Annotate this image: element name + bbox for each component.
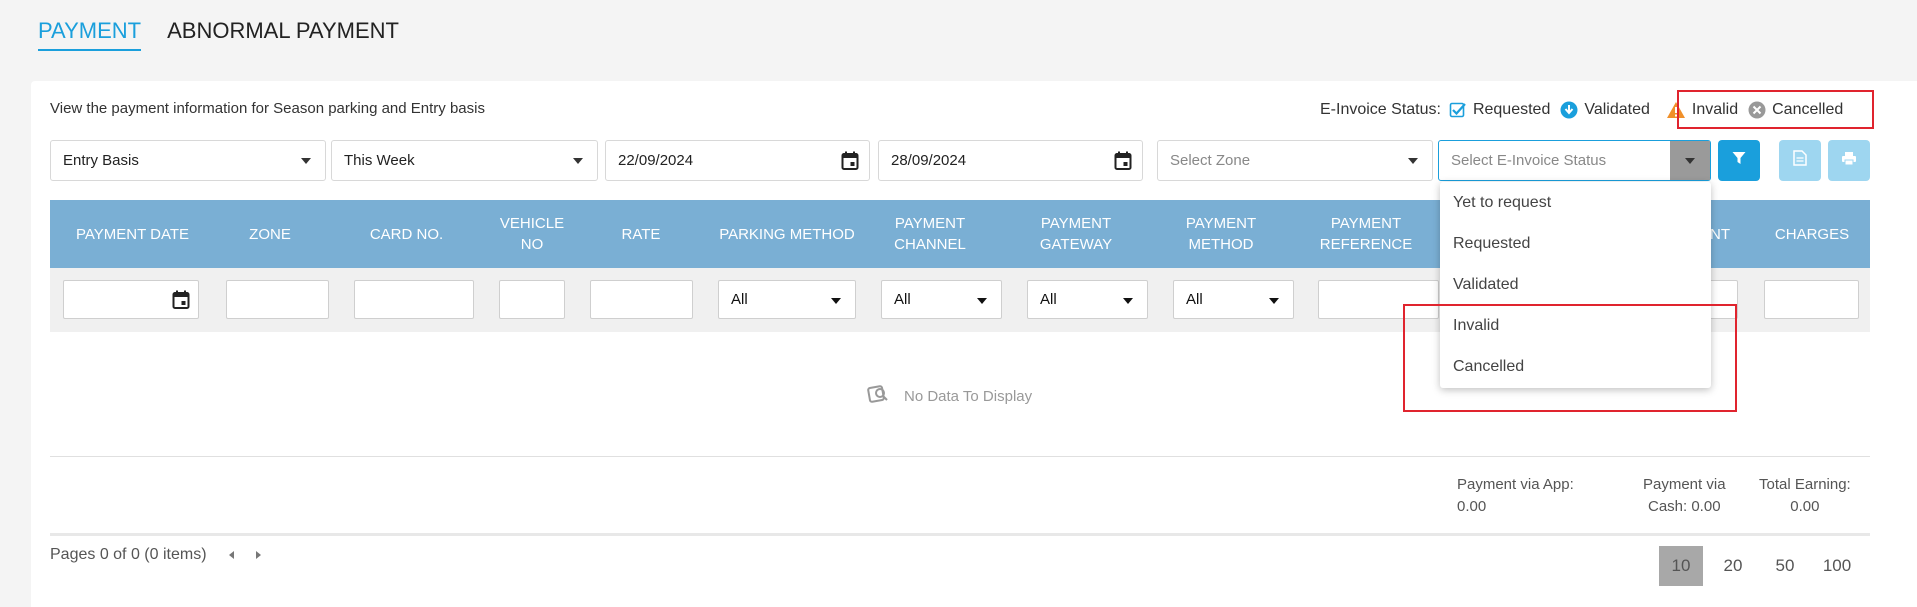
chevron-down-icon [1685,157,1695,164]
column-header-charges[interactable]: CHARGES [1762,200,1862,268]
summary-app-label: Payment via App: [1457,476,1574,493]
document-icon [1793,150,1807,171]
column-header-card-no[interactable]: CARD NO. [350,200,463,268]
payment-gateway-filter-value: All [1040,291,1057,308]
date-to-input[interactable]: 28/09/2024 [878,140,1143,181]
page-size-selector: 10 20 50 100 [1659,546,1867,586]
chevron-down-icon [1123,298,1133,304]
column-header-zone[interactable]: ZONE [215,200,325,268]
chevron-down-icon [573,158,583,164]
rate-filter[interactable] [590,280,693,319]
date-from-value: 22/09/2024 [618,152,694,169]
column-header-payment-reference[interactable]: PAYMENT REFERENCE [1316,200,1416,268]
calendar-icon[interactable] [172,290,190,315]
calendar-icon[interactable] [841,151,859,175]
chevron-down-icon [301,158,311,164]
print-icon [1841,151,1857,171]
pager-info: Pages 0 of 0 (0 items) [50,546,207,563]
page-size-100[interactable]: 100 [1815,546,1859,586]
einvoice-status-placeholder: Select E-Invoice Status [1451,152,1607,169]
card-no-filter[interactable] [354,280,474,319]
parking-method-filter[interactable]: All [718,280,856,319]
parking-method-filter-value: All [731,291,748,308]
summary-total-label: Total Earning: [1759,476,1851,493]
highlight-box-dropdown [1403,304,1737,412]
grid-divider [50,456,1870,457]
zone-select[interactable]: Select Zone [1157,140,1433,181]
payment-method-filter[interactable]: All [1173,280,1294,319]
dropdown-option-yet-to-request[interactable]: Yet to request [1440,182,1711,223]
summary-cash-label2: Cash: [1647,498,1688,515]
summary-cash-value: 0.00 [1691,498,1721,515]
export-button[interactable] [1779,140,1821,181]
prev-page-icon[interactable] [228,551,234,559]
chevron-down-icon [977,298,987,304]
column-header-rate[interactable]: RATE [590,200,692,268]
print-button[interactable] [1828,140,1870,181]
pager: Pages 0 of 0 (0 items) [50,546,261,564]
column-header-payment-date[interactable]: PAYMENT DATE [50,200,215,268]
einvoice-status-select[interactable]: Select E-Invoice Status [1438,140,1711,181]
payment-method-filter-value: All [1186,291,1203,308]
column-header-payment-gateway[interactable]: PAYMENT GATEWAY [1026,200,1126,268]
date-from-input[interactable]: 22/09/2024 [605,140,870,181]
tab-bar: PAYMENT ABNORMAL PAYMENT [38,18,399,51]
page-size-50[interactable]: 50 [1763,546,1807,586]
column-header-payment-method[interactable]: PAYMENT METHOD [1171,200,1271,268]
summary-cash: Payment via Cash: 0.00 [1643,474,1726,518]
chevron-down-icon [1408,158,1418,164]
tab-payment[interactable]: PAYMENT [38,18,142,51]
no-data-text: No Data To Display [904,387,1033,405]
column-header-vehicle-no[interactable]: VEHICLE NO [490,200,574,268]
entry-type-value: Entry Basis [63,152,139,169]
zone-placeholder: Select Zone [1170,152,1251,169]
payment-gateway-filter[interactable]: All [1027,280,1148,319]
summary-divider [50,533,1870,536]
period-select[interactable]: This Week [331,140,598,181]
summary-app: Payment via App: 0.00 [1457,474,1574,518]
tab-abnormal-payment[interactable]: ABNORMAL PAYMENT [167,18,399,51]
legend-validated: Validated [1560,101,1650,119]
filter-icon [1732,151,1746,170]
zone-filter[interactable] [226,280,329,319]
dropdown-option-validated[interactable]: Validated [1440,264,1711,305]
charges-filter[interactable] [1764,280,1859,319]
calendar-icon[interactable] [1114,151,1132,175]
download-circle-icon [1560,101,1578,119]
legend-validated-label: Validated [1584,101,1650,118]
highlight-box-legend [1677,90,1874,129]
chevron-down-icon [831,298,841,304]
vehicle-no-filter[interactable] [499,280,565,319]
dropdown-toggle-button[interactable] [1670,141,1710,180]
column-header-parking-method[interactable]: PARKING METHOD [710,200,864,268]
page-description: View the payment information for Season … [50,100,485,117]
summary-app-value: 0.00 [1457,498,1487,515]
legend-requested: Requested [1449,101,1550,119]
page-size-10[interactable]: 10 [1659,546,1703,586]
dropdown-option-requested[interactable]: Requested [1440,223,1711,264]
payment-date-filter[interactable] [63,280,199,319]
date-to-value: 28/09/2024 [891,152,967,169]
page-size-20[interactable]: 20 [1711,546,1755,586]
legend-requested-label: Requested [1472,101,1551,118]
next-page-icon[interactable] [255,551,261,559]
summary-total: Total Earning: 0.00 [1759,474,1851,518]
checkbox-icon [1449,101,1467,119]
summary-cash-label: Payment via [1643,476,1726,493]
summary-total-value: 0.00 [1790,498,1820,515]
no-data-message: No Data To Display [866,382,1032,410]
column-header-payment-channel[interactable]: PAYMENT CHANNEL [880,200,980,268]
period-value: This Week [344,152,415,169]
payment-channel-filter[interactable]: All [881,280,1002,319]
chevron-down-icon [1269,298,1279,304]
no-data-icon [866,382,890,410]
filter-button[interactable] [1718,140,1760,181]
einvoice-legend-label: E-Invoice Status: [1320,101,1441,118]
entry-type-select[interactable]: Entry Basis [50,140,326,181]
payment-channel-filter-value: All [894,291,911,308]
